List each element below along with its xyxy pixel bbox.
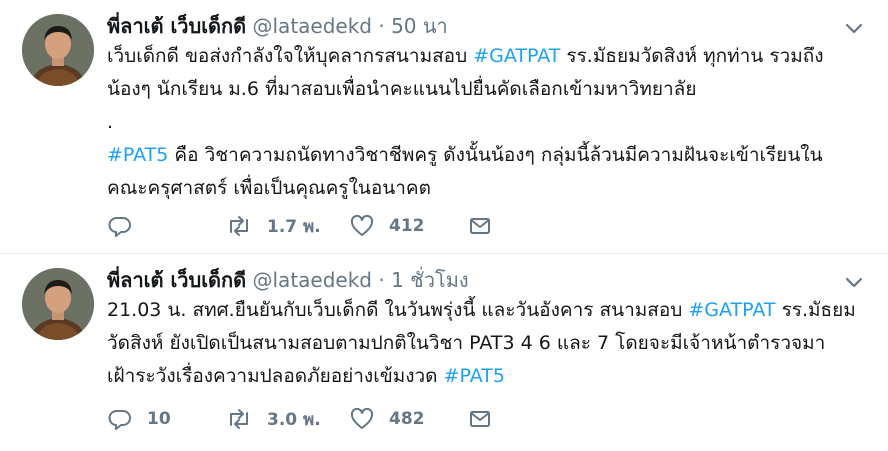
text-segment: น้องๆ นักเรียน ม.6 ที่มาสอบเพื่อนำคะแนนไ… xyxy=(107,78,697,100)
hashtag-link[interactable]: #PAT5 xyxy=(107,144,168,166)
chevron-down-icon[interactable] xyxy=(844,272,864,292)
reply-button[interactable]: 10 xyxy=(107,406,225,432)
like-button[interactable]: 482 xyxy=(349,406,467,432)
retweet-icon xyxy=(225,213,253,239)
tweet[interactable]: พี่ลาเต้ เว็บเด็กดี @lataedekd · 1 ชั่วโ… xyxy=(0,254,888,451)
timestamp[interactable]: 50 นา xyxy=(391,14,448,38)
author-name[interactable]: พี่ลาเต้ เว็บเด็กดี xyxy=(107,268,246,292)
separator: · xyxy=(378,268,385,292)
like-count: 412 xyxy=(389,216,425,236)
direct-message-icon xyxy=(467,213,493,239)
text-segment: คือ วิชาความถนัดทางวิชาชีพครู ดังนั้นน้อ… xyxy=(168,144,823,166)
tweet-text-line: . xyxy=(107,106,858,139)
chevron-down-icon[interactable] xyxy=(844,18,864,38)
tweet[interactable]: พี่ลาเต้ เว็บเด็กดี @lataedekd · 50 นา เ… xyxy=(0,0,888,254)
retweet-count: 3.0 พ. xyxy=(267,409,321,430)
direct-message-icon xyxy=(467,406,493,432)
avatar[interactable] xyxy=(22,14,94,86)
author-name[interactable]: พี่ลาเต้ เว็บเด็กดี xyxy=(107,14,246,38)
separator: · xyxy=(378,14,385,38)
author-handle[interactable]: @lataedekd xyxy=(253,268,373,292)
text-segment: เฝ้าระวังเรื่องความปลอดภัยอย่างเข้มงวด xyxy=(107,365,444,387)
retweet-button[interactable]: 3.0 พ. xyxy=(225,406,349,433)
text-segment: 21.03 น. สทศ.ยืนยันกับเว็บเด็กดี ในวันพร… xyxy=(107,299,689,321)
text-segment: . xyxy=(107,111,114,133)
text-segment: คณะครุศาสตร์ เพื่อเป็นคุณครูในอนาคต xyxy=(107,177,431,199)
tweet-text-line: วัดสิงห์ ยังเปิดเป็นสนามสอบตามปกติในวิชา… xyxy=(107,327,858,360)
like-icon xyxy=(349,406,375,432)
tweet-header: พี่ลาเต้ เว็บเด็กดี @lataedekd · 1 ชั่วโ… xyxy=(107,266,828,294)
retweet-count: 1.7 พ. xyxy=(267,216,321,237)
tweet-text-line: เฝ้าระวังเรื่องความปลอดภัยอย่างเข้มงวด #… xyxy=(107,360,858,393)
tweet-text: 21.03 น. สทศ.ยืนยันกับเว็บเด็กดี ในวันพร… xyxy=(107,294,858,393)
tweet-header: พี่ลาเต้ เว็บเด็กดี @lataedekd · 50 นา xyxy=(107,12,828,40)
hashtag-link[interactable]: #PAT5 xyxy=(444,365,505,387)
retweet-button[interactable]: 1.7 พ. xyxy=(225,213,349,240)
text-segment: วัดสิงห์ ยังเปิดเป็นสนามสอบตามปกติในวิชา… xyxy=(107,332,826,354)
like-button[interactable]: 412 xyxy=(349,213,467,239)
tweet-text: เว็บเด็กดี ขอส่งกำลังใจให้บุคลากรสนามสอบ… xyxy=(107,40,858,205)
tweet-text-line: 21.03 น. สทศ.ยืนยันกับเว็บเด็กดี ในวันพร… xyxy=(107,294,858,327)
like-icon xyxy=(349,213,375,239)
text-segment: เว็บเด็กดี ขอส่งกำลังใจให้บุคลากรสนามสอบ xyxy=(107,45,474,67)
tweet-text-line: เว็บเด็กดี ขอส่งกำลังใจให้บุคลากรสนามสอบ… xyxy=(107,40,858,73)
avatar[interactable] xyxy=(22,268,94,340)
direct-message-button[interactable] xyxy=(467,213,493,239)
reply-icon xyxy=(107,406,133,432)
tweet-actions: 10 3.0 พ. 482 xyxy=(107,404,493,434)
timestamp[interactable]: 1 ชั่วโมง xyxy=(391,268,469,292)
like-count: 482 xyxy=(389,409,425,429)
reply-icon xyxy=(107,213,133,239)
hashtag-link[interactable]: #GATPAT xyxy=(473,45,560,67)
text-segment: รร.มัธยมวัดสิงห์ ทุกท่าน รวมถึง xyxy=(560,45,824,67)
reply-button[interactable] xyxy=(107,213,225,239)
hashtag-link[interactable]: #GATPAT xyxy=(688,299,775,321)
author-handle[interactable]: @lataedekd xyxy=(253,14,373,38)
reply-count: 10 xyxy=(147,409,171,429)
retweet-icon xyxy=(225,406,253,432)
tweet-actions: 1.7 พ. 412 xyxy=(107,211,493,241)
tweet-text-line: #PAT5 คือ วิชาความถนัดทางวิชาชีพครู ดังน… xyxy=(107,139,858,172)
direct-message-button[interactable] xyxy=(467,406,493,432)
tweet-text-line: คณะครุศาสตร์ เพื่อเป็นคุณครูในอนาคต xyxy=(107,172,858,205)
tweet-text-line: น้องๆ นักเรียน ม.6 ที่มาสอบเพื่อนำคะแนนไ… xyxy=(107,73,858,106)
text-segment: รร.มัธยม xyxy=(775,299,856,321)
